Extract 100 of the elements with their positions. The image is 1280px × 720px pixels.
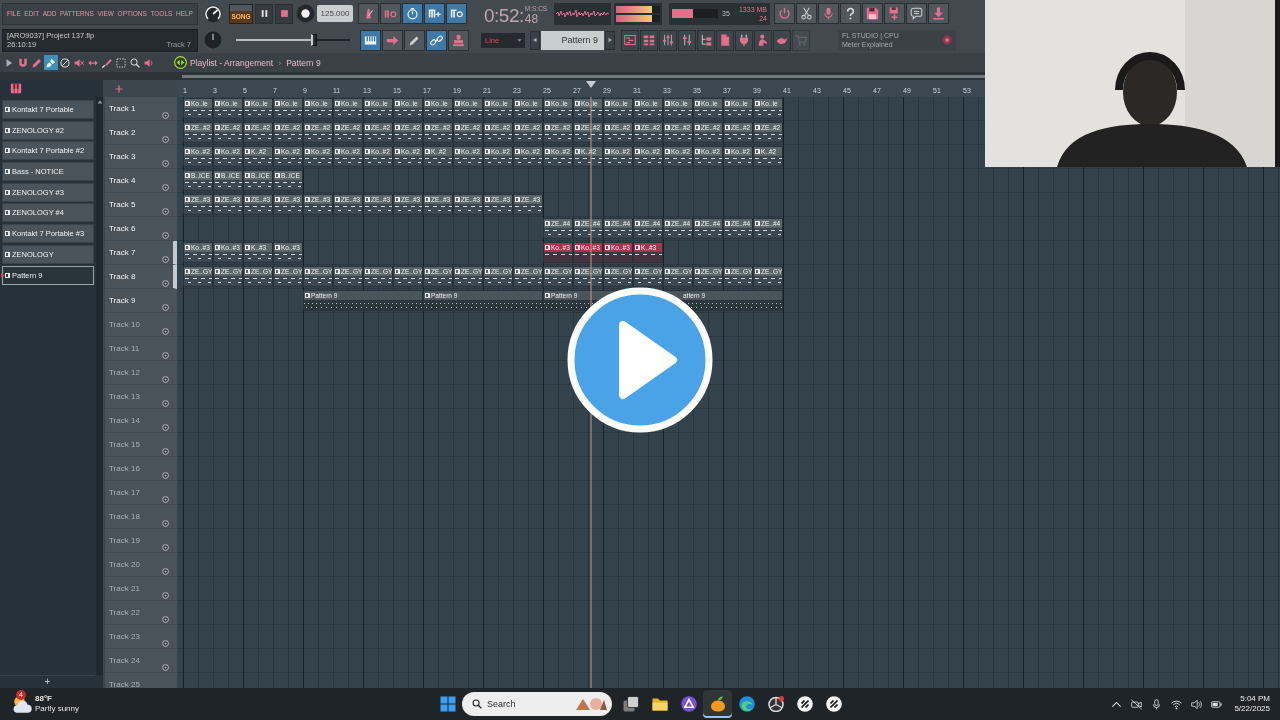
toolbar-button[interactable]	[697, 29, 715, 51]
square-icon	[575, 101, 580, 106]
square-icon	[635, 125, 640, 130]
ring-icon[interactable]	[162, 592, 169, 599]
vertical-scrollbar[interactable]	[96, 97, 103, 675]
weather-condition[interactable]: Partly sunny	[35, 704, 80, 714]
square-icon	[245, 269, 250, 274]
square-icon	[275, 197, 280, 202]
ring-icon[interactable]	[162, 352, 169, 359]
plus-icon[interactable]	[115, 84, 123, 93]
ring-icon[interactable]	[162, 160, 169, 167]
toolbar-button[interactable]	[906, 3, 927, 24]
breadcrumb-pattern[interactable]: Pattern 9	[286, 57, 321, 68]
toolbar-button[interactable]	[402, 3, 423, 24]
search-field[interactable]: Search	[462, 692, 612, 716]
wifi-icon[interactable]	[1171, 698, 1183, 710]
square-icon	[185, 149, 190, 154]
piano-keys-icon[interactable]	[10, 83, 22, 94]
clock-date[interactable]: 5/22/2025	[1234, 704, 1270, 714]
horizontal-scrollbar[interactable]	[182, 74, 985, 78]
microphone-icon[interactable]	[1151, 698, 1163, 710]
pointer-icon	[1, 271, 5, 279]
ring-icon[interactable]	[162, 568, 169, 575]
previous-pattern-button[interactable]	[530, 30, 540, 50]
square-icon	[305, 269, 310, 274]
square-icon	[365, 269, 370, 274]
ring-icon[interactable]	[162, 280, 169, 287]
clock-time[interactable]: 5:04 PM	[1240, 694, 1270, 704]
speaker-icon[interactable]	[1191, 698, 1203, 710]
square-icon	[755, 149, 760, 154]
square-icon	[605, 125, 610, 130]
speaker-icon	[144, 57, 154, 68]
ring-icon[interactable]	[162, 520, 169, 527]
aperture-icon	[767, 696, 784, 712]
square-icon	[485, 197, 490, 202]
toolbar-button[interactable]	[404, 29, 425, 51]
arrows-circle-icon[interactable]	[174, 56, 187, 69]
pattern-selector[interactable]: Pattern 9	[541, 30, 604, 50]
square-icon	[545, 149, 550, 154]
square-icon	[365, 101, 370, 106]
square-icon	[275, 125, 280, 130]
square-icon	[725, 149, 730, 154]
square-icon	[245, 149, 250, 154]
toolbar-button[interactable]	[862, 3, 883, 24]
ring-icon[interactable]	[162, 376, 169, 383]
square-icon	[755, 221, 760, 226]
tempo-display[interactable]: 125.000	[317, 5, 353, 22]
bars-circle-icon	[384, 7, 397, 20]
toolbar-button[interactable]	[446, 3, 467, 24]
scroll-up-icon[interactable]	[96, 99, 103, 105]
weather-temperature[interactable]: 88°F	[35, 694, 80, 704]
square-icon	[305, 101, 310, 106]
tool-button[interactable]	[114, 55, 128, 70]
knob-icon[interactable]	[204, 4, 222, 23]
tool-button[interactable]	[58, 55, 72, 70]
ring-icon[interactable]	[162, 616, 169, 623]
ring-icon[interactable]	[162, 640, 169, 647]
ring-icon[interactable]	[162, 328, 169, 335]
ring-icon[interactable]	[162, 664, 169, 671]
dot-circle-icon	[942, 35, 952, 45]
play-pause-button[interactable]	[255, 3, 273, 24]
square-icon	[635, 269, 640, 274]
add-pattern-button[interactable]: +	[44, 677, 51, 687]
battery-icon[interactable]	[1211, 698, 1223, 710]
camera-off-icon[interactable]	[1131, 698, 1143, 710]
ring-icon[interactable]	[162, 304, 169, 311]
ring-icon[interactable]	[162, 232, 169, 239]
toolbar-button[interactable]	[426, 29, 447, 51]
toolbar-button[interactable]	[424, 3, 445, 24]
start-tiles-icon[interactable]	[440, 696, 456, 712]
ring-icon[interactable]	[162, 448, 169, 455]
ring-icon[interactable]	[162, 256, 169, 263]
toolbar-button[interactable]	[659, 29, 677, 51]
slider-thumb[interactable]	[310, 34, 317, 46]
ring-icon[interactable]	[162, 496, 169, 503]
square-icon	[5, 231, 10, 237]
mixer-icon	[662, 34, 674, 46]
ring-icon[interactable]	[162, 208, 169, 215]
ring-icon[interactable]	[162, 544, 169, 551]
stop-button[interactable]	[275, 3, 293, 24]
toolbar-button[interactable]	[678, 29, 696, 51]
ring-icon[interactable]	[162, 424, 169, 431]
square-icon	[5, 169, 10, 175]
toolbar-button[interactable]	[360, 29, 381, 51]
square-icon	[245, 197, 250, 202]
comb-plus-icon	[428, 7, 441, 20]
square-icon	[245, 125, 250, 130]
ring-icon[interactable]	[162, 400, 169, 407]
record-button[interactable]	[296, 4, 315, 23]
taskbar-button[interactable]	[703, 690, 732, 718]
next-pattern-button[interactable]	[605, 30, 615, 50]
square-icon	[425, 125, 430, 130]
ring-icon[interactable]	[162, 136, 169, 143]
toolbar-button[interactable]	[796, 3, 817, 24]
toolbar-button[interactable]	[840, 3, 861, 24]
tool-button[interactable]	[44, 55, 58, 70]
tool-button[interactable]	[128, 55, 142, 70]
ring-icon[interactable]	[162, 112, 169, 119]
ring-icon[interactable]	[162, 472, 169, 479]
ring-icon[interactable]	[162, 184, 169, 191]
